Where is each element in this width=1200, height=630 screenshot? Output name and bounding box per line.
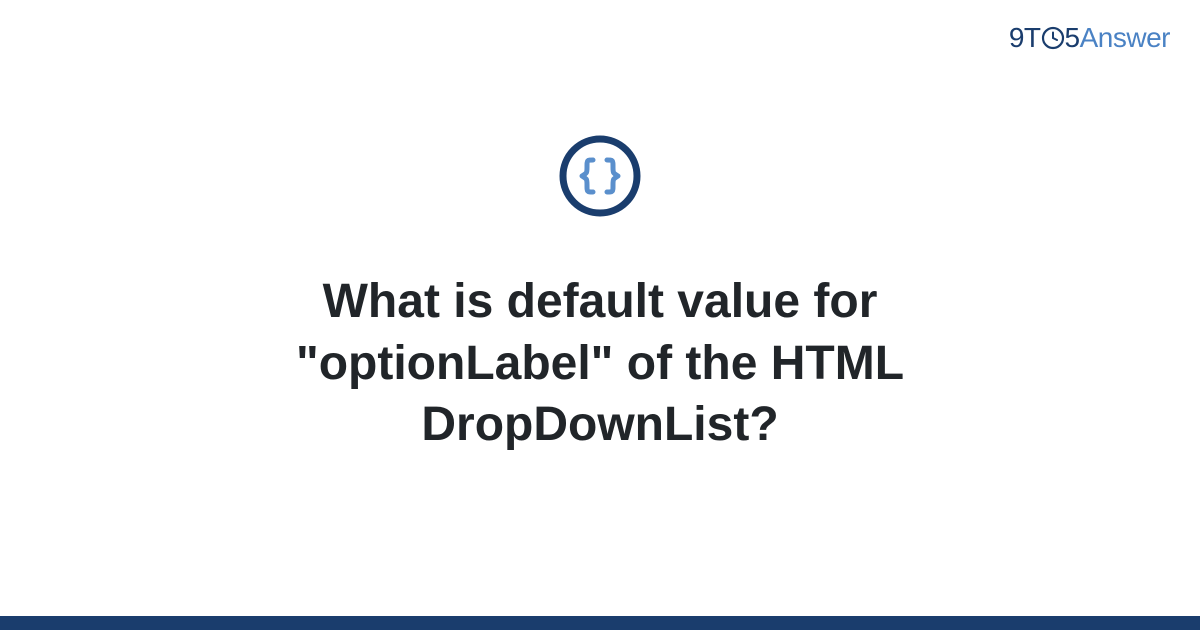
logo-text-9t: 9T	[1009, 22, 1041, 53]
question-title: What is default value for "optionLabel" …	[150, 271, 1050, 455]
logo-text-answer: Answer	[1080, 22, 1170, 53]
footer-accent-bar	[0, 616, 1200, 630]
category-icon-wrap	[558, 134, 642, 223]
code-braces-icon	[558, 134, 642, 218]
clock-icon	[1041, 25, 1065, 57]
logo-text-5: 5	[1065, 22, 1080, 53]
site-logo: 9T 5Answer	[1009, 22, 1170, 57]
main-content: What is default value for "optionLabel" …	[0, 0, 1200, 630]
